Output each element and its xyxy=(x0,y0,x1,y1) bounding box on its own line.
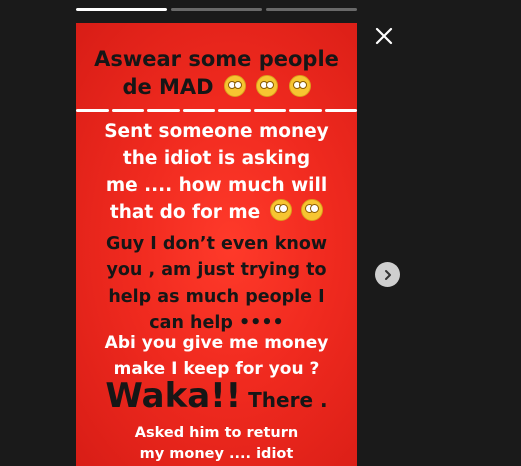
chevron-right-icon xyxy=(384,269,391,280)
close-button[interactable] xyxy=(372,24,396,48)
story-line-1: Aswear some people xyxy=(94,47,339,71)
story-progress-bar xyxy=(76,8,357,11)
progress-segment xyxy=(266,8,357,11)
story-text-line: that do for me xyxy=(76,199,357,227)
story-text-line: Guy I don’t even know xyxy=(105,234,328,254)
story-viewer: Aswear some people de MAD Sent someone m… xyxy=(0,0,521,466)
eye-roll-emoji-icon xyxy=(223,75,246,97)
story-text-line: my money .... idiot xyxy=(139,446,294,463)
story-text-line: the idiot is asking xyxy=(122,147,311,169)
story-card[interactable]: Aswear some people de MAD Sent someone m… xyxy=(76,23,357,466)
close-icon xyxy=(375,27,393,45)
story-text-line: help as much people I xyxy=(108,286,325,307)
progress-segment-fill xyxy=(76,8,167,11)
story-text-line: you , am just trying to xyxy=(106,260,327,281)
story-black-block: Guy I don’t even know you , am just tryi… xyxy=(76,231,357,336)
progress-segment xyxy=(171,8,262,11)
divider-dashes xyxy=(76,109,357,112)
eye-roll-emoji-icon xyxy=(256,75,279,97)
next-story-button[interactable] xyxy=(375,262,400,287)
story-waka-line: Waka!! There . xyxy=(105,376,328,416)
story-text-line: me .... how much will xyxy=(105,174,328,196)
story-end-block: Asked him to return my money .... idiot xyxy=(76,423,357,465)
flushed-emoji-icon xyxy=(269,199,292,222)
story-text-line: Abi you give me money xyxy=(104,333,329,353)
story-text-line: Sent someone money xyxy=(104,121,329,142)
progress-segment xyxy=(76,8,167,11)
story-text-line: Asked him to return xyxy=(134,425,299,441)
story-line-2: de MAD xyxy=(76,75,357,100)
story-white-block-2: Abi you give me money make I keep for yo… xyxy=(76,331,357,382)
eye-roll-emoji-icon xyxy=(288,75,311,97)
flushed-emoji-icon xyxy=(301,199,324,222)
story-white-block: Sent someone money the idiot is asking m… xyxy=(76,119,357,227)
